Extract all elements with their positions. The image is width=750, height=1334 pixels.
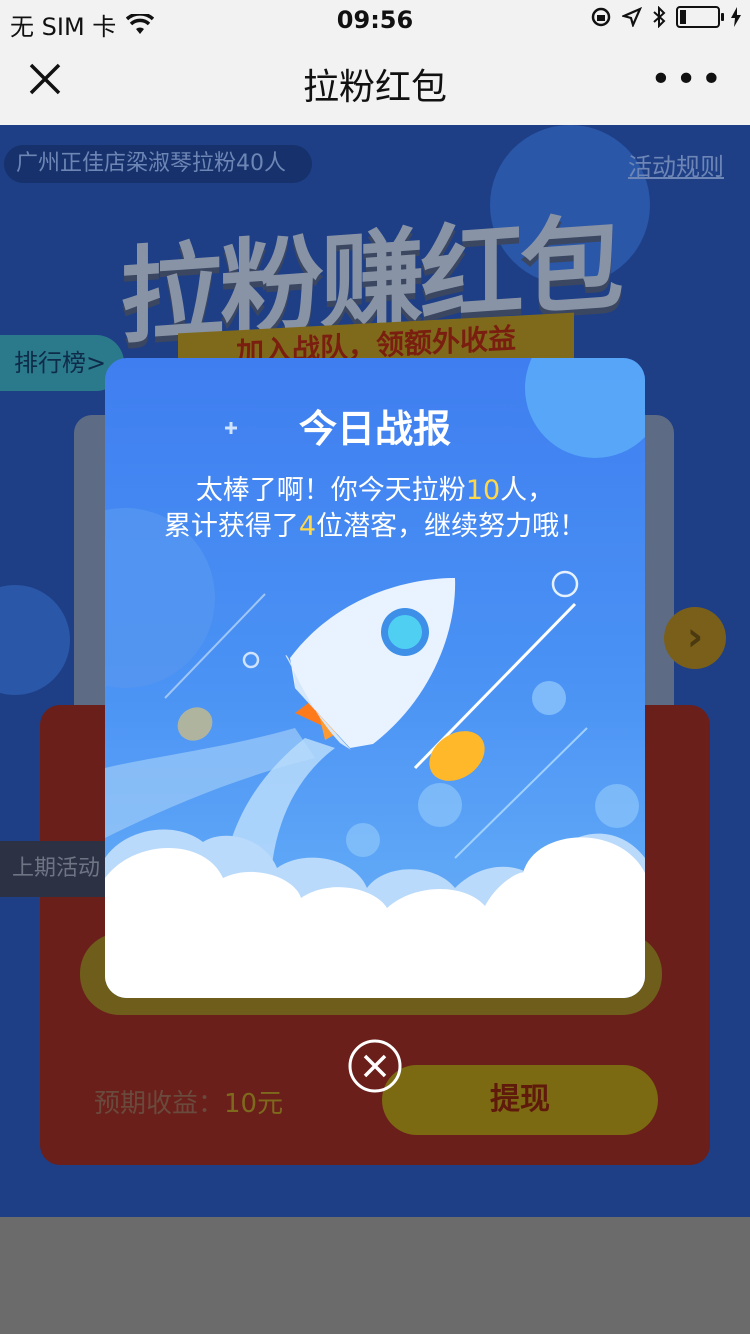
expected-label: 预期收益： [94,1089,225,1119]
rules-link[interactable]: 活动规则 [628,147,724,182]
report-line-1: 太棒了啊！你今天拉粉10人， [105,468,645,507]
daily-report-modal: 今日战报 太棒了啊！你今天拉粉10人， 累计获得了4位潜客，继续努力哦！ [105,358,645,998]
battery-icon [676,6,724,28]
withdraw-button[interactable]: 提现 [382,1065,658,1135]
status-icons [590,6,742,28]
shop-tag: 广州正佳店梁淑琴拉粉40人 [4,145,312,183]
report-line-2: 累计获得了4位潜客，继续努力哦！ [105,504,645,543]
charging-icon [731,7,741,27]
rotation-lock-icon [591,7,611,27]
expected-earnings: 预期收益：10元 [94,1083,283,1120]
more-icon[interactable]: ••• [650,62,726,98]
fans-count: 10 [465,475,501,506]
status-bar: 无 SIM 卡 09:56 [0,0,750,41]
prospects-count: 4 [298,511,317,542]
decor-blob [0,585,70,695]
line1-suffix: 人， [500,475,555,506]
line1-text: 太棒了啊！你今天拉粉 [195,475,466,506]
nav-bar: 拉粉红包 ••• [0,40,750,125]
previous-activity-tab[interactable]: 上期活动 [0,841,110,897]
line2-text: 累计获得了 [163,511,299,542]
location-icon [622,7,642,27]
page-title: 拉粉红包 [302,67,447,108]
modal-title: 今日战报 [298,407,451,451]
bluetooth-icon [653,6,666,28]
close-circle-icon[interactable] [347,1038,403,1094]
rocket-illustration [105,358,645,998]
expected-amount: 10元 [224,1089,284,1119]
bottom-area [0,1217,750,1334]
line2-suffix: 位潜客，继续努力哦！ [316,511,587,542]
next-arrow-button[interactable]: › [664,607,726,669]
